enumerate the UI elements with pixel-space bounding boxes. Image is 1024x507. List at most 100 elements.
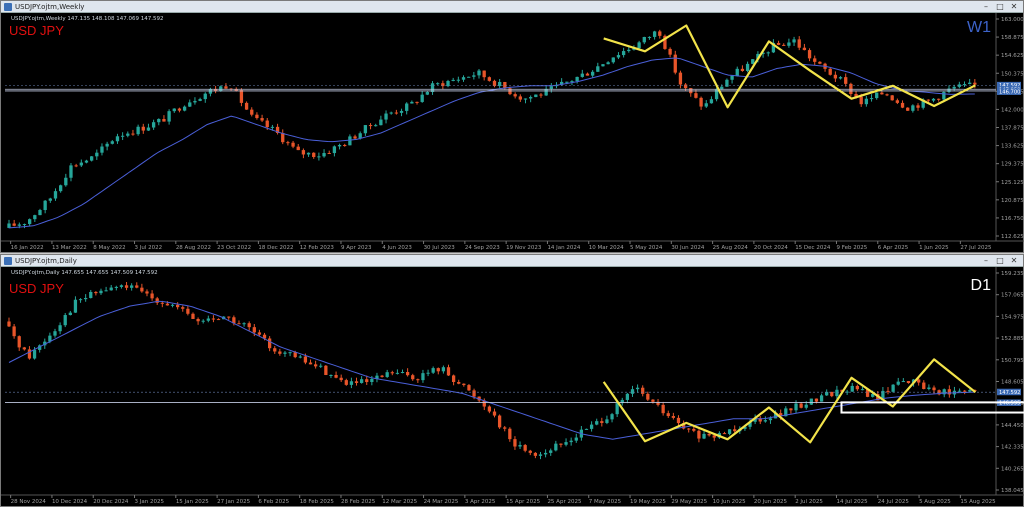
- candle-body: [394, 112, 399, 114]
- candle-body: [818, 61, 822, 64]
- daily-window-titlebar[interactable]: USDJPY.ojtm,Daily – □ ✕: [1, 255, 1023, 267]
- candle-body: [880, 92, 884, 95]
- weekly-price-chart[interactable]: 163.000158.875154.625150.375146.125142.0…: [1, 13, 1024, 253]
- candle-body: [467, 385, 471, 391]
- candle-body: [368, 125, 373, 127]
- date-tick-label: 5 May 2024: [630, 245, 663, 251]
- candle-body: [456, 79, 460, 81]
- candle-body: [692, 428, 696, 431]
- candle-body: [293, 352, 297, 358]
- minimize-icon[interactable]: –: [979, 2, 993, 12]
- candle-body: [353, 136, 357, 139]
- candle-body: [73, 299, 78, 313]
- candle-body: [584, 428, 589, 430]
- date-tick-label: 5 Aug 2025: [919, 499, 951, 505]
- candle-body: [457, 382, 461, 384]
- daily-price-chart[interactable]: 159.235 157.065 154.975 152.885 150.795 148.6…: [1, 267, 1024, 507]
- candle-body: [110, 141, 114, 144]
- candle-body: [239, 90, 244, 103]
- candle-body: [574, 437, 578, 441]
- candle-body: [237, 323, 241, 325]
- candle-body: [575, 76, 579, 82]
- candle-body: [580, 73, 584, 77]
- date-tick-label: 19 May 2025: [630, 499, 666, 505]
- candle-body: [704, 103, 708, 107]
- date-tick-label: 9 Apr 2023: [341, 245, 372, 251]
- price-tick-label: 120.875: [1001, 198, 1024, 204]
- date-tick-label: 4 Jun 2023: [382, 245, 412, 251]
- candle-body: [968, 82, 972, 85]
- candle-body: [487, 77, 491, 81]
- candle-body: [676, 417, 681, 424]
- candle-body: [942, 91, 946, 100]
- candle-body: [389, 112, 393, 114]
- candle-body: [119, 285, 124, 287]
- candle-body: [27, 349, 32, 359]
- candle-body: [182, 106, 187, 111]
- candle-body: [268, 338, 272, 349]
- candle-body: [859, 96, 863, 105]
- date-tick-label: 13 Mar 2022: [52, 245, 87, 251]
- candle-body: [666, 413, 670, 417]
- close-icon[interactable]: ✕: [1007, 256, 1021, 266]
- date-tick-label: 24 Mar 2025: [424, 499, 459, 505]
- candle-body: [99, 290, 103, 294]
- maximize-icon[interactable]: □: [993, 256, 1007, 266]
- candle-body: [242, 323, 246, 325]
- candle-body: [712, 435, 716, 438]
- price-tick-label: 140.265: [1001, 466, 1024, 472]
- candle-body: [472, 75, 476, 77]
- candle-body: [224, 86, 228, 89]
- minimize-icon[interactable]: –: [979, 256, 993, 266]
- date-tick-label: 18 Feb 2025: [300, 499, 335, 505]
- candle-body: [487, 406, 492, 412]
- candle-body: [766, 52, 770, 54]
- candle-body: [727, 429, 732, 434]
- candle-body: [7, 321, 11, 327]
- candle-body: [48, 198, 52, 201]
- candle-body: [646, 393, 650, 400]
- candle-body: [278, 351, 282, 354]
- weekly-chart-window[interactable]: USDJPY.ojtm,Weekly – □ ✕ USDJPY.ojtm,Wee…: [0, 0, 1024, 253]
- candle-body: [605, 419, 609, 423]
- daily-chart-window[interactable]: USDJPY.ojtm,Daily – □ ✕ USDJPY.ojtm,Dail…: [0, 254, 1024, 507]
- candle-body: [69, 165, 73, 178]
- candle-body: [467, 76, 471, 78]
- candle-body: [126, 133, 130, 136]
- candle-body: [227, 316, 231, 318]
- price-tick-label: 133.625: [1001, 144, 1024, 150]
- candle-body: [683, 84, 688, 89]
- candle-body: [651, 399, 655, 402]
- candle-body: [349, 381, 354, 385]
- candle-body: [343, 144, 347, 146]
- maximize-icon[interactable]: □: [993, 2, 1007, 12]
- daily-plot-area[interactable]: USDJPY.ojtm,Daily 147.655 147.655 147.50…: [1, 267, 1024, 507]
- close-icon[interactable]: ✕: [1007, 2, 1021, 12]
- weekly-window-title: USDJPY.ojtm,Weekly: [15, 3, 85, 11]
- candle-body: [513, 439, 517, 447]
- date-tick-label: 15 Apr 2025: [506, 499, 541, 505]
- candle-body: [313, 364, 318, 367]
- candle-body: [135, 285, 139, 288]
- candle-body: [58, 185, 63, 192]
- price-tick-label: 116.750: [1001, 216, 1024, 222]
- candle-body: [141, 126, 145, 131]
- weekly-window-titlebar[interactable]: USDJPY.ojtm,Weekly – □ ✕: [1, 1, 1023, 13]
- candle-body: [58, 325, 62, 332]
- chart-window-icon: [4, 257, 12, 265]
- candle-body: [523, 445, 527, 451]
- date-tick-label: 23 Oct 2022: [217, 245, 251, 251]
- candle-body: [332, 146, 337, 154]
- candle-body: [461, 77, 466, 80]
- weekly-plot-area[interactable]: USDJPY.ojtm,Weekly 147.135 148.108 147.0…: [1, 13, 1024, 253]
- candle-body: [740, 68, 745, 71]
- candle-body: [151, 122, 156, 128]
- candle-body: [451, 79, 455, 81]
- candle-body: [247, 323, 251, 328]
- candle-body: [673, 54, 677, 73]
- date-tick-label: 8 May 2022: [93, 245, 125, 251]
- candle-body: [260, 118, 264, 121]
- candle-body: [436, 368, 440, 372]
- candle-body: [89, 156, 94, 161]
- candle-body: [462, 383, 466, 386]
